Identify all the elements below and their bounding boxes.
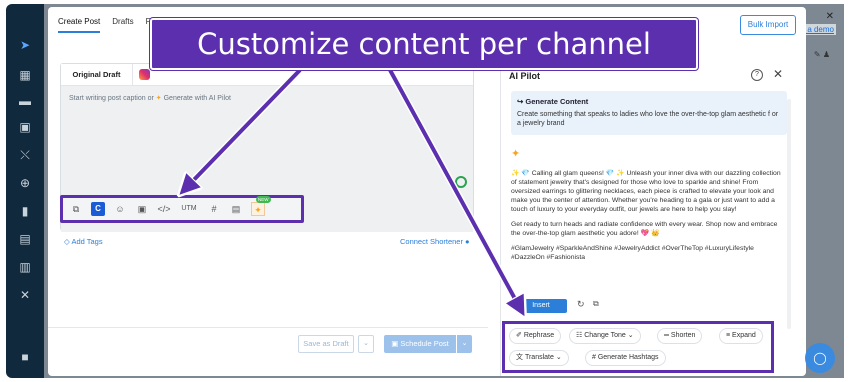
change-tone-button[interactable]: ☷ Change Tone ⌄ bbox=[569, 328, 641, 344]
calendar-icon[interactable]: ▣ bbox=[18, 120, 32, 134]
bulk-import-button[interactable]: Bulk Import bbox=[740, 15, 796, 35]
result-paragraph: ✨ 💎 Calling all glam queens! 💎 ✨ Unleash… bbox=[511, 170, 781, 213]
rephrase-label: Rephrase bbox=[523, 332, 555, 339]
code-icon[interactable]: </> bbox=[157, 202, 171, 216]
settings-icon[interactable]: ✎ ♟ bbox=[814, 50, 830, 59]
template-icon[interactable]: ▤ bbox=[229, 202, 243, 216]
change-tone-label: Change Tone bbox=[584, 332, 626, 339]
grid-icon[interactable]: ▦ bbox=[18, 68, 32, 82]
ai-result: ✨ 💎 Calling all glam queens! 💎 ✨ Unleash… bbox=[511, 169, 781, 303]
generate-hashtags-label: Generate Hashtags bbox=[597, 354, 659, 361]
left-navigation: ➤ ▦ ▬ ▣ ⤬ ⊕ ▮ ▤ ▥ ✕ ■ bbox=[6, 4, 44, 378]
emoji-icon[interactable]: ☺ bbox=[113, 202, 127, 216]
bar-chart-icon[interactable]: ▮ bbox=[18, 204, 32, 218]
tab-drafts[interactable]: Drafts bbox=[112, 17, 133, 33]
target-icon[interactable]: ⊕ bbox=[18, 176, 32, 190]
help-icon[interactable]: ? bbox=[751, 69, 763, 81]
expand-button[interactable]: ≡ Expand bbox=[719, 328, 763, 344]
copy-icon[interactable]: ⧉ bbox=[593, 299, 599, 309]
instagram-icon[interactable] bbox=[139, 69, 150, 80]
chevron-down-icon[interactable]: ⌄ bbox=[358, 335, 374, 353]
generate-content-label: Generate Content bbox=[525, 97, 589, 106]
image-edit-icon[interactable]: ▣ bbox=[135, 202, 149, 216]
library-icon[interactable]: ▥ bbox=[18, 260, 32, 274]
canva-icon[interactable]: C bbox=[91, 202, 105, 216]
close-icon[interactable]: ✕ bbox=[826, 11, 834, 22]
send-icon[interactable]: ➤ bbox=[18, 38, 32, 52]
chevron-down-icon[interactable]: ⌄ bbox=[456, 335, 472, 353]
inbox-icon[interactable]: ▤ bbox=[18, 232, 32, 246]
ai-actions: ✐ Rephrase ☷ Change Tone ⌄ ═ Shorten ≡ E… bbox=[502, 321, 774, 373]
translate-label: Translate bbox=[524, 354, 554, 361]
regenerate-icon[interactable]: ↻ bbox=[577, 299, 585, 310]
close-icon[interactable]: ✕ bbox=[773, 67, 783, 81]
chart-icon[interactable]: ⤬ bbox=[18, 148, 32, 162]
ai-pilot-title: AI Pilot bbox=[509, 71, 540, 81]
shorten-label: Shorten bbox=[670, 332, 696, 339]
ai-pilot-icon[interactable]: ✦ NEW bbox=[251, 196, 271, 216]
prompt-box: ↪ Generate Content Create something that… bbox=[511, 91, 787, 135]
connect-shortener-link[interactable]: Connect Shortener ● bbox=[400, 237, 470, 246]
grammar-icon[interactable] bbox=[455, 176, 467, 188]
media-icon[interactable]: ⧉ bbox=[69, 202, 83, 216]
placeholder-text: Start writing post caption or bbox=[69, 95, 154, 102]
utm-button[interactable]: UTM bbox=[179, 202, 199, 216]
schedule-post-button[interactable]: ▣ Schedule Post bbox=[384, 335, 456, 353]
scrollbar[interactable] bbox=[787, 99, 791, 329]
rephrase-button[interactable]: ✐ Rephrase bbox=[509, 328, 562, 344]
briefcase-icon[interactable]: ■ bbox=[18, 350, 32, 364]
tab-create-post[interactable]: Create Post bbox=[58, 17, 101, 33]
modal-tabs: Create Post Drafts Fe bbox=[58, 17, 155, 33]
caption-banner: Customize content per channel bbox=[150, 18, 698, 70]
schedule-label: Schedule Post bbox=[400, 339, 449, 348]
add-tags-label: Add Tags bbox=[71, 237, 103, 246]
tab-original-draft[interactable]: Original Draft bbox=[61, 64, 133, 86]
insert-button[interactable]: Insert bbox=[515, 299, 567, 313]
chat-icon[interactable]: ▬ bbox=[18, 94, 32, 108]
prompt-text: Create something that speaks to ladies w… bbox=[517, 111, 779, 127]
translate-button[interactable]: 文 Translate ⌄ bbox=[509, 350, 569, 366]
generate-content-title: ↪ Generate Content bbox=[517, 97, 589, 106]
hashtag-icon[interactable]: # bbox=[207, 202, 221, 216]
result-paragraph: Get ready to turn heads and radiate conf… bbox=[511, 221, 778, 237]
tools-icon[interactable]: ✕ bbox=[18, 288, 32, 302]
ai-pilot-link[interactable]: Generate with AI Pilot bbox=[164, 95, 231, 102]
shorten-button[interactable]: ═ Shorten bbox=[657, 328, 703, 344]
editor-toolbar: ⧉ C ☺ ▣ </> UTM # ▤ ✦ NEW bbox=[60, 195, 304, 223]
caption-placeholder: Start writing post caption or ✦ Generate… bbox=[69, 94, 231, 102]
sparkle-icon: ✦ bbox=[155, 95, 162, 102]
result-hashtags: #GlamJewelry #SparkleAndShine #JewelryAd… bbox=[511, 245, 754, 261]
save-draft-button[interactable]: Save as Draft bbox=[298, 335, 354, 353]
connect-shortener-label: Connect Shortener bbox=[400, 237, 463, 246]
expand-label: Expand bbox=[732, 332, 756, 339]
chat-support-button[interactable]: ◯ bbox=[805, 343, 835, 373]
sparkle-icon: ✦ bbox=[511, 148, 521, 160]
divider bbox=[48, 327, 488, 328]
new-badge: NEW bbox=[256, 196, 271, 203]
generate-hashtags-button[interactable]: # Generate Hashtags bbox=[585, 350, 666, 366]
add-tags-link[interactable]: ◇ Add Tags bbox=[64, 237, 103, 246]
